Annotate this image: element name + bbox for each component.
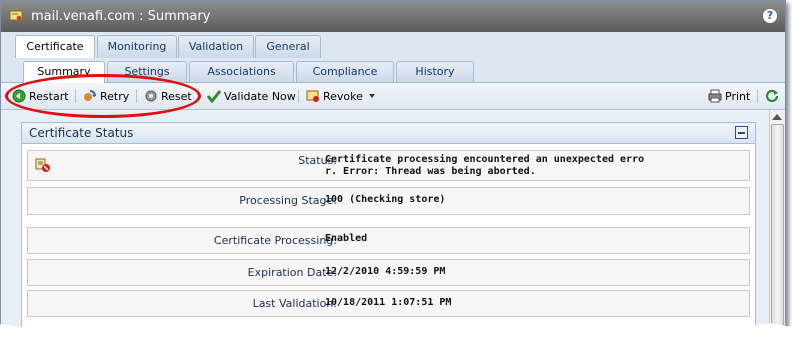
printer-icon [708,89,722,103]
revoke-label: Revoke [323,89,363,103]
toolbar-separator [757,89,758,103]
status-row: Status: Certificate processing encounter… [27,150,750,181]
annotation-circle [5,74,201,118]
vertical-scrollbar[interactable] [769,110,784,333]
scroll-up-icon[interactable] [772,114,782,120]
status-value-line2: r. Error: Thread was being aborted. [325,166,536,177]
checkmark-icon [207,90,221,103]
dropdown-arrow-icon[interactable] [368,94,375,98]
panel-header: Certificate Status [22,123,755,144]
certificate-processing-value: Enabled [325,233,368,244]
help-icon[interactable]: ? [763,9,777,23]
collapse-icon[interactable] [735,126,748,139]
refresh-icon[interactable] [765,88,779,102]
tab-monitoring[interactable]: Monitoring [97,35,177,58]
subtab-history[interactable]: History [396,61,474,82]
toolbar-separator [298,89,299,103]
processing-stage-label: Processing Stage: [239,194,337,207]
window-title: mail.venafi.com : Summary [31,9,211,24]
subtab-compliance[interactable]: Compliance [296,61,394,82]
print-button[interactable]: Print [708,88,750,104]
validate-now-label: Validate Now [224,89,296,103]
scroll-thumb[interactable] [771,124,784,331]
subtab-associations[interactable]: Associations [189,61,294,82]
print-label: Print [725,89,751,103]
expiration-date-row: Expiration Date: 12/2/2010 4:59:59 PM [27,259,750,286]
window: mail.venafi.com : Summary ? Certificate … [0,0,786,334]
expiration-date-label: Expiration Date: [247,266,337,279]
last-validation-row: Last Validation: 10/18/2011 1:07:51 PM [27,290,750,317]
validate-now-button[interactable]: Validate Now [207,88,296,104]
processing-stage-value: 100 (Checking store) [325,194,446,205]
last-validation-value: 10/18/2011 1:07:51 PM [325,297,452,308]
content-area: Certificate Status Status: Certificate p… [1,110,785,333]
certificate-status-panel: Certificate Status Status: Certificate p… [21,122,756,333]
title-bar: mail.venafi.com : Summary ? [1,1,785,32]
revoke-icon [306,90,319,102]
main-tabs: Certificate Monitoring Validation Genera… [1,32,785,60]
tab-validation[interactable]: Validation [178,35,254,58]
certificate-error-icon [35,158,50,172]
status-value-line1: Certificate processing encountered an un… [325,154,645,165]
tab-general[interactable]: General [255,35,321,58]
torn-edge [0,322,792,338]
expiration-date-value: 12/2/2010 4:59:59 PM [325,266,446,277]
certificate-processing-label: Certificate Processing: [213,234,337,247]
panel-title: Certificate Status [29,126,134,140]
tab-certificate[interactable]: Certificate [15,35,95,60]
revoke-button[interactable]: Revoke [306,88,375,104]
certificate-processing-row: Certificate Processing: Enabled [27,227,750,254]
certificate-icon [9,10,23,21]
processing-stage-row: Processing Stage: 100 (Checking store) [27,187,750,215]
